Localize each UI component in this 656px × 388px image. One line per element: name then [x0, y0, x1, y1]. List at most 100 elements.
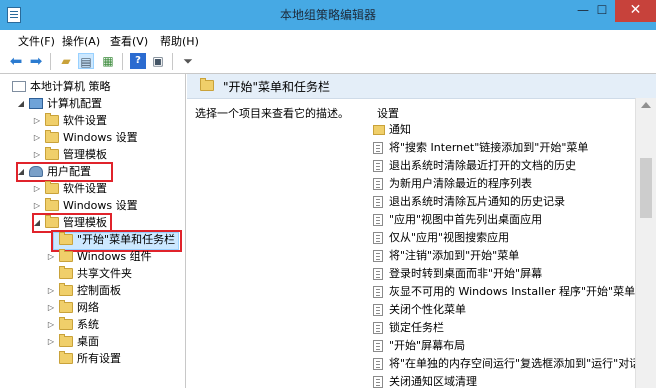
- list-item-label: 将"注销"添加到"开始"菜单: [389, 249, 520, 262]
- folder-icon: [59, 266, 73, 279]
- list-item[interactable]: 为新用户清除最近的程序列表: [373, 175, 635, 193]
- expanded-arrow-icon[interactable]: ◢: [16, 96, 26, 112]
- collapsed-arrow-icon[interactable]: ▷: [46, 249, 56, 265]
- policy-setting-icon: [373, 178, 383, 190]
- tree-root-label: 本地计算机 策略: [30, 80, 111, 93]
- policy-setting-icon: [373, 196, 383, 208]
- list-item[interactable]: 退出系统时清除最近打开的文档的历史: [373, 157, 635, 175]
- tree-pane: 本地计算机 策略 ◢ 计算机配置 ▷ 软件设置 ▷ Windows 设置 ▷ 管…: [0, 74, 186, 388]
- list-item-label: 灰显不可用的 Windows Installer 程序"开始"菜单快捷: [389, 285, 635, 298]
- menu-view[interactable]: 查看(V): [110, 33, 148, 49]
- policy-setting-icon: [373, 250, 383, 262]
- menu-bar: 文件(F) 操作(A) 查看(V) 帮助(H): [0, 30, 656, 50]
- menu-help[interactable]: 帮助(H): [160, 33, 199, 49]
- policy-doc-icon: [12, 81, 26, 92]
- tree-uc-windows-label: Windows 设置: [63, 199, 138, 212]
- folder-icon: [373, 125, 385, 135]
- list-item[interactable]: "应用"视图中首先列出桌面应用: [373, 211, 635, 229]
- collapsed-arrow-icon[interactable]: ▷: [46, 283, 56, 299]
- settings-column-header[interactable]: 设置: [377, 105, 399, 121]
- list-item-label: "应用"视图中首先列出桌面应用: [389, 213, 543, 226]
- list-item-label: 退出系统时清除最近打开的文档的历史: [389, 159, 576, 172]
- tree-cc-software-label: 软件设置: [63, 114, 107, 127]
- menu-file[interactable]: 文件(F): [18, 33, 55, 49]
- export-list-icon[interactable]: ▦: [100, 53, 116, 69]
- collapsed-arrow-icon[interactable]: ▷: [46, 300, 56, 316]
- collapsed-arrow-icon[interactable]: ▷: [32, 113, 42, 129]
- tree-shared-folders-label: 共享文件夹: [77, 267, 132, 280]
- list-item[interactable]: 将"注销"添加到"开始"菜单: [373, 247, 635, 265]
- list-item[interactable]: 将"在单独的内存空间运行"复选框添加到"运行"对话框: [373, 355, 635, 373]
- folder-icon: [59, 334, 73, 347]
- details-pane: "开始"菜单和任务栏 选择一个项目来查看它的描述。 设置 通知 将"搜索 Int…: [187, 74, 656, 388]
- details-header: "开始"菜单和任务栏: [187, 74, 656, 99]
- tree-network-label: 网络: [77, 301, 99, 314]
- folder-icon: [59, 249, 73, 262]
- folder-icon: [45, 130, 59, 143]
- list-item-label: 将"在单独的内存空间运行"复选框添加到"运行"对话框: [389, 357, 635, 370]
- policy-setting-icon: [373, 160, 383, 172]
- collapsed-arrow-icon[interactable]: ▷: [32, 181, 42, 197]
- list-item[interactable]: 灰显不可用的 Windows Installer 程序"开始"菜单快捷: [373, 283, 635, 301]
- collapsed-arrow-icon[interactable]: ▷: [46, 334, 56, 350]
- back-arrow-icon[interactable]: ⬅: [8, 53, 24, 69]
- highlight-box-user-config: [16, 162, 113, 182]
- menu-action[interactable]: 操作(A): [62, 33, 100, 49]
- vertical-scrollbar[interactable]: [635, 98, 656, 388]
- tree-uc-software-label: 软件设置: [63, 182, 107, 195]
- list-item[interactable]: 通知: [373, 121, 635, 139]
- help-icon[interactable]: ?: [130, 53, 146, 69]
- list-item-label: 锁定任务栏: [389, 321, 444, 334]
- collapsed-arrow-icon[interactable]: ▷: [32, 147, 42, 163]
- collapsed-arrow-icon[interactable]: ▷: [32, 198, 42, 214]
- list-item-label: 登录时转到桌面而非"开始"屏幕: [389, 267, 543, 280]
- close-button[interactable]: ✕: [615, 0, 656, 22]
- show-hide-tree-icon[interactable]: ▤: [78, 53, 94, 69]
- collapsed-arrow-icon[interactable]: ▷: [32, 130, 42, 146]
- folder-icon: [45, 113, 59, 126]
- toolbar: ⬅ ➡ ▰ ▤ ▦ ? ▣ ⏷: [0, 50, 656, 74]
- folder-icon: [45, 181, 59, 194]
- forward-arrow-icon[interactable]: ➡: [28, 53, 44, 69]
- properties-icon[interactable]: ▣: [150, 53, 166, 69]
- policy-setting-icon: [373, 358, 383, 370]
- list-item[interactable]: 将"搜索 Internet"链接添加到"开始"菜单: [373, 139, 635, 157]
- folder-icon: [59, 351, 73, 364]
- title-bar: 本地组策略编辑器 — ☐ ✕: [0, 0, 656, 30]
- list-item[interactable]: "开始"屏幕布局: [373, 337, 635, 355]
- folder-icon: [59, 283, 73, 296]
- description-text: 选择一个项目来查看它的描述。: [195, 107, 349, 120]
- folder-icon: [200, 78, 214, 91]
- folder-icon: [59, 317, 73, 330]
- list-item-label: 关闭个性化菜单: [389, 303, 466, 316]
- tree-all-settings-label: 所有设置: [77, 352, 121, 365]
- list-item[interactable]: 关闭通知区域清理: [373, 373, 635, 388]
- window-title: 本地组策略编辑器: [279, 8, 376, 22]
- policy-setting-icon: [373, 376, 383, 388]
- policy-setting-icon: [373, 268, 383, 280]
- tree-control-panel-label: 控制面板: [77, 284, 121, 297]
- tree-cc-admin-label: 管理模板: [63, 148, 107, 161]
- toolbar-separator: [50, 53, 51, 70]
- list-item-label: 将"搜索 Internet"链接添加到"开始"菜单: [389, 141, 589, 154]
- folder-up-icon[interactable]: ▰: [58, 53, 74, 69]
- list-item-label: "开始"屏幕布局: [389, 339, 466, 352]
- list-item-label: 为新用户清除最近的程序列表: [389, 177, 532, 190]
- list-item-label: 仅从"应用"视图搜索应用: [389, 231, 510, 244]
- list-item[interactable]: 仅从"应用"视图搜索应用: [373, 229, 635, 247]
- scrollbar-thumb[interactable]: [640, 158, 652, 218]
- toolbar-separator: [122, 53, 123, 70]
- policy-setting-icon: [373, 214, 383, 226]
- folder-icon: [45, 147, 59, 160]
- list-item-label: 通知: [389, 123, 411, 136]
- list-item[interactable]: 登录时转到桌面而非"开始"屏幕: [373, 265, 635, 283]
- list-item[interactable]: 锁定任务栏: [373, 319, 635, 337]
- filter-icon[interactable]: ⏷: [180, 53, 196, 69]
- policy-setting-icon: [373, 232, 383, 244]
- scroll-up-arrow-icon[interactable]: [641, 102, 651, 108]
- maximize-button[interactable]: ☐: [589, 0, 615, 22]
- list-item[interactable]: 退出系统时清除瓦片通知的历史记录: [373, 193, 635, 211]
- list-item[interactable]: 关闭个性化菜单: [373, 301, 635, 319]
- collapsed-arrow-icon[interactable]: ▷: [46, 317, 56, 333]
- list-item-label: 退出系统时清除瓦片通知的历史记录: [389, 195, 565, 208]
